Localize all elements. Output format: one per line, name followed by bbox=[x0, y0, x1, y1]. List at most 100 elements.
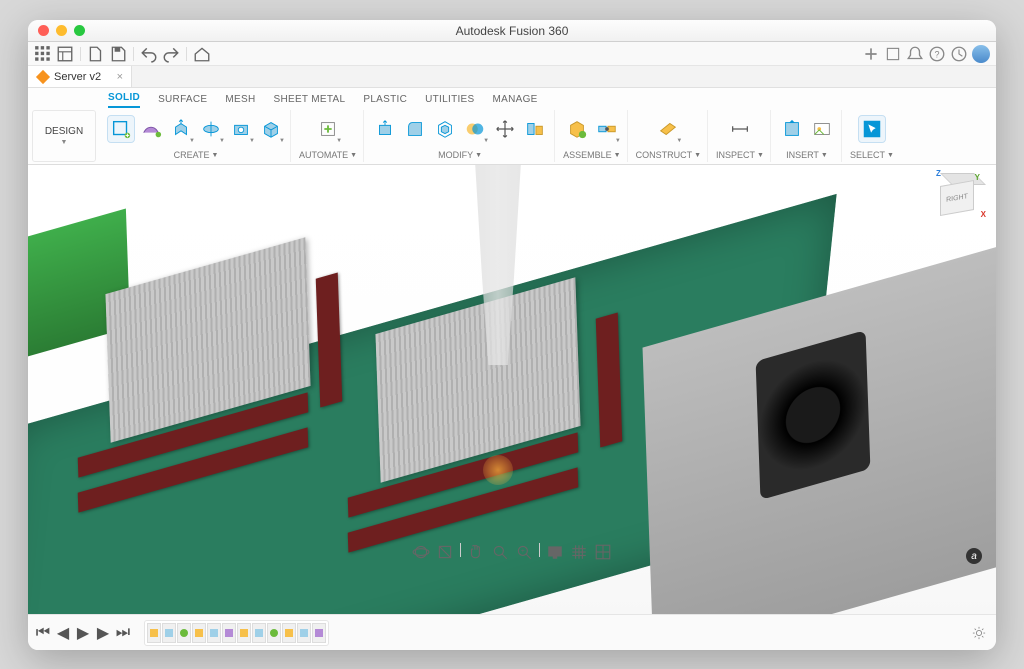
fillet-icon[interactable] bbox=[402, 116, 428, 142]
axis-y-label: Y bbox=[975, 173, 980, 182]
document-tab-label: Server v2 bbox=[54, 71, 101, 83]
document-tab-bar: Server v2 × bbox=[28, 66, 996, 88]
group-label: MODIFY bbox=[438, 150, 473, 160]
group-label: INSPECT bbox=[716, 150, 755, 160]
tab-utilities[interactable]: UTILITIES bbox=[425, 94, 474, 108]
axis-x-label: X bbox=[981, 210, 986, 219]
timeline-feature[interactable] bbox=[297, 623, 311, 643]
workspace-switcher[interactable]: DESIGN ▼ bbox=[32, 110, 96, 162]
timeline-back-icon[interactable]: ◀ bbox=[56, 626, 70, 640]
job-status-icon[interactable] bbox=[950, 45, 968, 63]
fusion-doc-icon bbox=[36, 69, 50, 83]
timeline: ⏮ ◀ ▶ ▶ ⏭ bbox=[28, 614, 996, 650]
timeline-forward-icon[interactable]: ▶ bbox=[96, 626, 110, 640]
hole-icon[interactable]: ▼ bbox=[228, 116, 254, 142]
construct-plane-icon[interactable]: ▼ bbox=[655, 116, 681, 142]
group-label: INSERT bbox=[786, 150, 819, 160]
group-label: SELECT bbox=[850, 150, 885, 160]
measure-icon[interactable] bbox=[727, 116, 753, 142]
press-pull-icon[interactable] bbox=[372, 116, 398, 142]
group-label: CREATE bbox=[174, 150, 210, 160]
timeline-feature[interactable] bbox=[312, 623, 326, 643]
timeline-feature[interactable] bbox=[162, 623, 176, 643]
ribbon-group-construct: ▼ CONSTRUCT▼ bbox=[630, 110, 708, 162]
pan-icon[interactable] bbox=[467, 543, 485, 561]
file-menu-icon[interactable] bbox=[87, 45, 105, 63]
undo-icon[interactable] bbox=[140, 45, 158, 63]
new-design-icon[interactable] bbox=[862, 45, 880, 63]
automate-icon[interactable]: ▼ bbox=[315, 116, 341, 142]
joint-icon[interactable]: ▼ bbox=[594, 116, 620, 142]
timeline-feature[interactable] bbox=[147, 623, 161, 643]
tab-manage[interactable]: MANAGE bbox=[493, 94, 538, 108]
tab-plastic[interactable]: PLASTIC bbox=[363, 94, 407, 108]
timeline-feature[interactable] bbox=[207, 623, 221, 643]
align-icon[interactable] bbox=[522, 116, 548, 142]
group-label: CONSTRUCT bbox=[636, 150, 693, 160]
svg-text:+: + bbox=[521, 548, 525, 555]
save-icon[interactable] bbox=[109, 45, 127, 63]
document-tab[interactable]: Server v2 × bbox=[28, 66, 132, 87]
quick-access-toolbar: ? bbox=[28, 42, 996, 66]
tab-sheet-metal[interactable]: SHEET METAL bbox=[274, 94, 346, 108]
redo-icon[interactable] bbox=[162, 45, 180, 63]
timeline-feature[interactable] bbox=[177, 623, 191, 643]
timeline-track[interactable] bbox=[144, 620, 329, 646]
group-label: ASSEMBLE bbox=[563, 150, 612, 160]
workspace-label: DESIGN bbox=[45, 126, 83, 137]
zoom-icon[interactable] bbox=[491, 543, 509, 561]
timeline-feature[interactable] bbox=[282, 623, 296, 643]
app-window: Autodesk Fusion 360 ? Server v2 × bbox=[28, 20, 996, 650]
revolve-icon[interactable]: ▼ bbox=[198, 116, 224, 142]
create-form-icon[interactable] bbox=[138, 116, 164, 142]
combine-icon[interactable]: ▼ bbox=[462, 116, 488, 142]
grid-settings-icon[interactable] bbox=[570, 543, 588, 561]
viewcube[interactable]: RIGHT X Y Z bbox=[934, 175, 982, 223]
navigation-toolbar: + bbox=[406, 540, 618, 564]
timeline-feature[interactable] bbox=[222, 623, 236, 643]
app-grid-icon[interactable] bbox=[34, 45, 52, 63]
timeline-end-icon[interactable]: ⏭ bbox=[116, 626, 130, 640]
autodesk-logo-icon: a bbox=[966, 548, 982, 564]
tab-mesh[interactable]: MESH bbox=[225, 94, 255, 108]
zoom-window-icon[interactable]: + bbox=[515, 543, 533, 561]
insert-decal-icon[interactable] bbox=[809, 116, 835, 142]
user-avatar[interactable] bbox=[972, 45, 990, 63]
insert-derive-icon[interactable] bbox=[779, 116, 805, 142]
timeline-feature[interactable] bbox=[252, 623, 266, 643]
help-icon[interactable]: ? bbox=[928, 45, 946, 63]
timeline-feature[interactable] bbox=[237, 623, 251, 643]
viewport[interactable]: RIGHT X Y Z + a bbox=[28, 165, 996, 614]
home-icon[interactable] bbox=[193, 45, 211, 63]
box-icon[interactable]: ▼ bbox=[258, 116, 284, 142]
data-panel-icon[interactable] bbox=[56, 45, 74, 63]
select-icon[interactable] bbox=[859, 116, 885, 142]
tab-surface[interactable]: SURFACE bbox=[158, 94, 207, 108]
timeline-play-icon[interactable]: ▶ bbox=[76, 626, 90, 640]
ribbon-tabs: SOLID SURFACE MESH SHEET METAL PLASTIC U… bbox=[28, 88, 996, 108]
viewcube-face-label: RIGHT bbox=[946, 193, 968, 204]
orbit-icon[interactable] bbox=[412, 543, 430, 561]
look-at-icon[interactable] bbox=[436, 543, 454, 561]
viewport-layout-icon[interactable] bbox=[594, 543, 612, 561]
close-tab-icon[interactable]: × bbox=[117, 71, 123, 83]
ribbon-group-insert: INSERT▼ bbox=[773, 110, 842, 162]
ribbon-group-inspect: INSPECT▼ bbox=[710, 110, 771, 162]
extrude-icon[interactable]: ▼ bbox=[168, 116, 194, 142]
ribbon-group-modify: ▼ MODIFY▼ bbox=[366, 110, 555, 162]
timeline-feature[interactable] bbox=[192, 623, 206, 643]
extensions-icon[interactable] bbox=[884, 45, 902, 63]
move-icon[interactable] bbox=[492, 116, 518, 142]
ribbon-group-automate: ▼ AUTOMATE▼ bbox=[293, 110, 364, 162]
svg-text:?: ? bbox=[934, 49, 939, 59]
timeline-start-icon[interactable]: ⏮ bbox=[36, 626, 50, 640]
new-component-icon[interactable] bbox=[564, 116, 590, 142]
tab-solid[interactable]: SOLID bbox=[108, 92, 140, 108]
timeline-feature[interactable] bbox=[267, 623, 281, 643]
new-sketch-icon[interactable] bbox=[108, 116, 134, 142]
timeline-settings-icon[interactable] bbox=[972, 626, 986, 640]
window-title: Autodesk Fusion 360 bbox=[28, 24, 996, 38]
notifications-icon[interactable] bbox=[906, 45, 924, 63]
display-settings-icon[interactable] bbox=[546, 543, 564, 561]
shell-icon[interactable] bbox=[432, 116, 458, 142]
